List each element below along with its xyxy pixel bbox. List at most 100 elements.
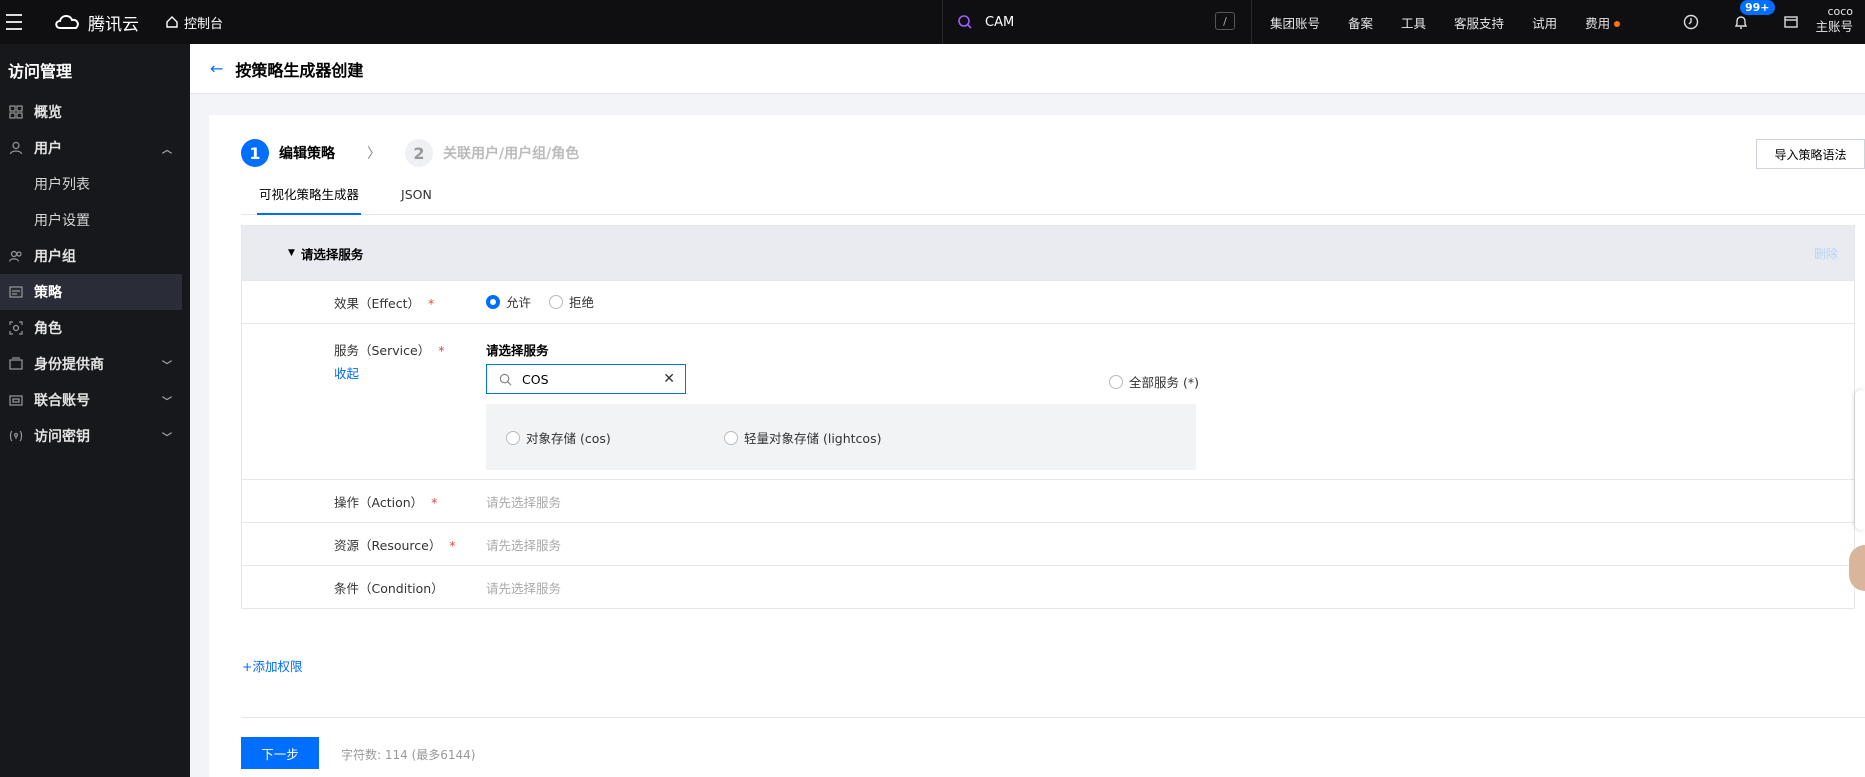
tab-visual-generator[interactable]: 可视化策略生成器 xyxy=(257,183,362,215)
service-search-value: COS xyxy=(522,371,549,387)
notification-bell-icon[interactable]: 99+ xyxy=(1716,0,1775,30)
global-search[interactable]: CAM / xyxy=(942,0,1252,44)
console-label: 控制台 xyxy=(184,16,224,32)
condition-label: 条件（Condition） xyxy=(242,578,486,597)
clear-icon[interactable]: ✕ xyxy=(663,371,675,387)
service-option-label: 对象存储 (cos) xyxy=(526,431,611,446)
service-option-cos[interactable]: 对象存储 (cos) xyxy=(506,428,611,447)
notification-badge: 99+ xyxy=(1740,0,1775,15)
sidebar-item-user-settings[interactable]: 用户设置 xyxy=(0,202,190,238)
effect-deny-radio[interactable]: 拒绝 xyxy=(549,292,594,311)
sidebar-item-user-groups[interactable]: 用户组 xyxy=(0,238,182,274)
floating-toolbar[interactable] xyxy=(1855,390,1865,530)
user-name: coco xyxy=(1827,5,1853,18)
sidebar-item-label: 概览 xyxy=(34,105,62,121)
sidebar-item-label: 用户组 xyxy=(34,249,76,265)
step-1-number: 1 xyxy=(241,139,269,167)
sidebar-item-roles[interactable]: 角色 xyxy=(0,310,182,346)
sidebar-item-federated-accounts[interactable]: 联合账号 ﹀ xyxy=(0,382,182,418)
radio-checked-icon xyxy=(486,294,500,309)
sidebar-item-identity-providers[interactable]: 身份提供商 ﹀ xyxy=(0,346,182,382)
tab-json[interactable]: JSON xyxy=(401,183,432,215)
service-option-lightcos[interactable]: 轻量对象存储 (lightcos) xyxy=(724,428,881,447)
radio-unchecked-icon xyxy=(506,430,520,445)
statement-panel: ▼ 请选择服务 删除 效果（Effect） * 允许 拒绝 服务（Service）… xyxy=(241,225,1855,609)
sidebar-item-overview[interactable]: 概览 xyxy=(0,94,182,130)
support-avatar[interactable] xyxy=(1849,545,1865,591)
resource-label-text: 资源（Resource） xyxy=(334,537,442,553)
search-query: CAM xyxy=(985,14,1015,30)
all-services-radio[interactable]: 全部服务 (*) xyxy=(1109,372,1199,391)
resource-placeholder: 请先选择服务 xyxy=(486,537,562,553)
sidebar-item-policies[interactable]: 策略 xyxy=(0,274,182,310)
step-2-number: 2 xyxy=(405,139,433,167)
sidebar-item-label: 用户 xyxy=(34,141,62,157)
top-nav: 集团账号 备案 工具 客服支持 试用 费用 xyxy=(1270,0,1648,44)
back-arrow-icon[interactable]: ← xyxy=(210,59,223,78)
brand-logo[interactable]: 腾讯云 xyxy=(54,10,139,35)
effect-allow-radio[interactable]: 允许 xyxy=(486,292,531,311)
effect-deny-label: 拒绝 xyxy=(569,295,595,311)
user-menu[interactable]: coco 主账号 xyxy=(1815,4,1853,34)
required-mark: * xyxy=(427,295,435,311)
nav-filing[interactable]: 备案 xyxy=(1348,13,1373,32)
service-results: 对象存储 (cos) 轻量对象存储 (lightcos) xyxy=(486,404,1196,470)
import-policy-syntax-button[interactable]: 导入策略语法 xyxy=(1756,139,1865,169)
add-permission-label: 添加权限 xyxy=(252,659,303,674)
service-row: 服务（Service） * 收起 请选择服务 COS ✕ 全部服务 (*) 对象存… xyxy=(242,323,1854,479)
chevron-down-icon: ﹀ xyxy=(162,397,172,408)
stepper: 1 编辑策略 〉 2 关联用户/用户组/角色 xyxy=(241,139,579,167)
effect-allow-label: 允许 xyxy=(506,295,532,311)
hamburger-menu-icon[interactable] xyxy=(6,0,34,44)
policy-editor-card: 1 编辑策略 〉 2 关联用户/用户组/角色 导入策略语法 可视化策略生成器 J… xyxy=(209,115,1865,777)
console-link[interactable]: 控制台 xyxy=(165,13,223,32)
key-icon xyxy=(8,428,24,444)
sidebar-item-label: 身份提供商 xyxy=(34,357,104,373)
service-option-label: 轻量对象存储 (lightcos) xyxy=(744,431,882,446)
cloud-logo-icon xyxy=(55,15,79,29)
user-icon xyxy=(8,140,24,156)
sidebar-item-access-keys[interactable]: 访问密钥 ﹀ xyxy=(0,418,182,454)
required-mark: * xyxy=(449,537,456,553)
chevron-right-icon: 〉 xyxy=(367,146,381,162)
sidebar-item-user-list[interactable]: 用户列表 xyxy=(0,166,190,202)
sidebar-item-label: 角色 xyxy=(34,321,62,337)
radio-unchecked-icon xyxy=(1109,374,1123,389)
service-label-text: 服务（Service） xyxy=(334,343,431,358)
service-select-title: 请选择服务 xyxy=(486,343,549,358)
grid-icon xyxy=(8,104,24,120)
wallet-icon[interactable] xyxy=(1766,14,1816,30)
condition-label-text: 条件（Condition） xyxy=(334,580,444,596)
action-placeholder: 请先选择服务 xyxy=(486,494,562,510)
nav-tools[interactable]: 工具 xyxy=(1401,13,1426,32)
nav-trial[interactable]: 试用 xyxy=(1532,13,1557,32)
billing-dot-indicator xyxy=(1614,21,1621,27)
sidebar: 访问管理 概览 用户 ︿ 用户列表 用户设置 用户组 策略 角色 身份提供商 ﹀… xyxy=(0,44,190,777)
topbar-icons: 99+ xyxy=(1666,0,1816,44)
sidebar-title: 访问管理 xyxy=(8,62,73,81)
statement-header[interactable]: ▼ 请选择服务 删除 xyxy=(242,226,1854,280)
nav-billing[interactable]: 费用 xyxy=(1585,13,1621,32)
step-1-label: 编辑策略 xyxy=(279,146,335,162)
collapse-link[interactable]: 收起 xyxy=(334,363,486,382)
next-step-button[interactable]: 下一步 xyxy=(241,737,319,769)
brand-name: 腾讯云 xyxy=(88,14,139,35)
sidebar-item-users[interactable]: 用户 ︿ xyxy=(0,130,182,166)
search-icon xyxy=(958,15,972,29)
policy-icon xyxy=(8,284,24,300)
nav-billing-label: 费用 xyxy=(1585,15,1611,31)
service-search-input[interactable]: COS ✕ xyxy=(486,364,686,394)
action-label-text: 操作（Action） xyxy=(334,494,424,510)
radio-unchecked-icon xyxy=(549,294,563,309)
add-permission-link[interactable]: +添加权限 xyxy=(242,656,303,675)
chevron-down-icon: ﹀ xyxy=(162,361,172,372)
page-title: 按策略生成器创建 xyxy=(235,60,364,80)
nav-group-account[interactable]: 集团账号 xyxy=(1270,13,1320,32)
delete-statement-link[interactable]: 删除 xyxy=(1814,245,1838,262)
clock-icon[interactable] xyxy=(1666,14,1716,30)
effect-label: 效果（Effect） * xyxy=(242,293,486,312)
all-services-label: 全部服务 (*) xyxy=(1129,375,1199,390)
sidebar-item-label: 联合账号 xyxy=(34,393,90,409)
users-icon xyxy=(8,248,24,264)
nav-support[interactable]: 客服支持 xyxy=(1454,13,1504,32)
